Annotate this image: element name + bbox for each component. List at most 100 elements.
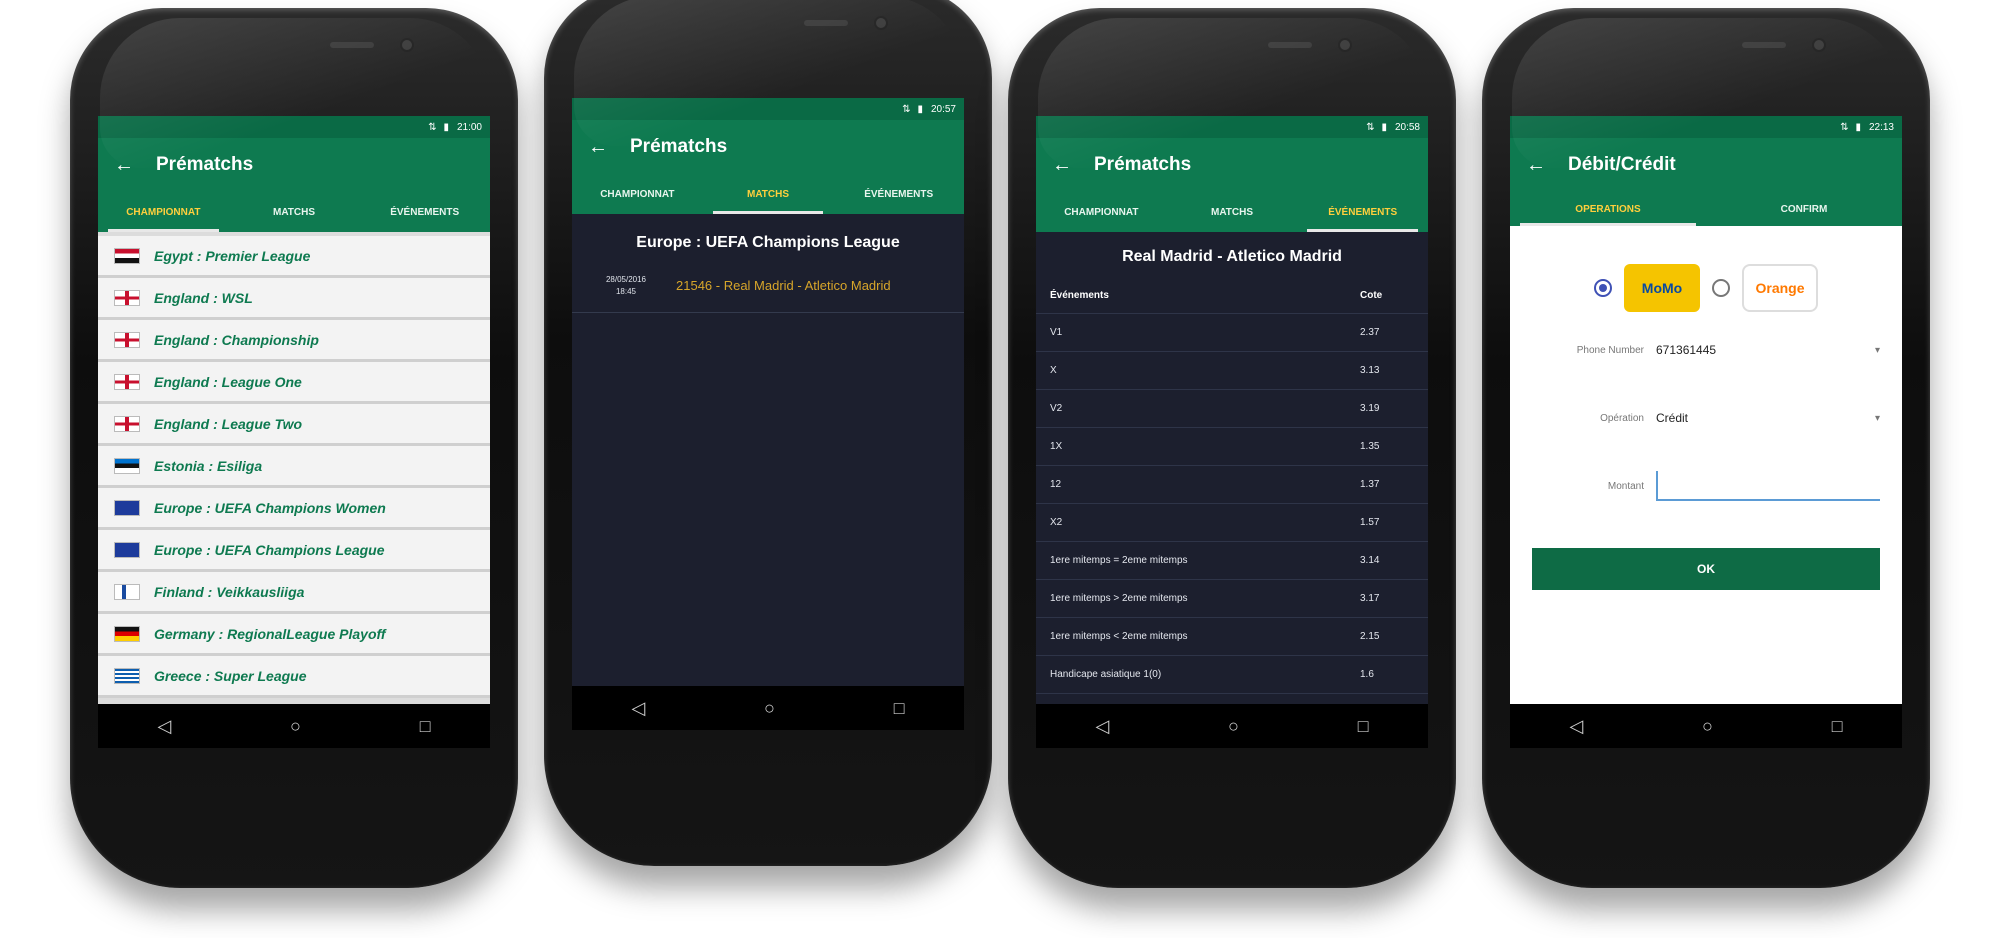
league-row[interactable]: England : Championship [98,320,490,362]
tab-matchs[interactable]: MATCHS [229,192,360,232]
back-icon[interactable]: ◁ [631,698,645,719]
tab-bar: CHAMPIONNAT MATCHS ÉVÉNEMENTS [572,174,964,214]
event-odd[interactable]: 3.13 [1360,365,1410,376]
match-name[interactable]: 21546 - Real Madrid - Atletico Madrid [676,278,891,294]
tab-championnat[interactable]: CHAMPIONNAT [572,174,703,214]
event-row[interactable]: V2 3.19 [1036,390,1428,428]
league-row[interactable]: Germany : RegionalLeague Playoff [98,614,490,656]
android-nav-bar: ◁ ○ □ [1036,704,1428,748]
back-icon[interactable]: ◁ [1095,716,1109,737]
tab-matchs[interactable]: MATCHS [1167,192,1298,232]
league-name[interactable]: Egypt : Premier League [154,248,310,264]
league-row[interactable]: Greece : Super League [98,656,490,698]
event-odd[interactable]: 3.17 [1360,593,1410,604]
league-name[interactable]: Europe : UEFA Champions Women [154,500,386,516]
tab-matchs[interactable]: MATCHS [703,174,834,214]
tab-evenements[interactable]: ÉVÉNEMENTS [1297,192,1428,232]
match-date: 28/05/2016 [605,275,647,284]
league-row[interactable]: Finland : Veikkausliiga [98,572,490,614]
event-row[interactable]: 12 1.37 [1036,466,1428,504]
league-row[interactable]: Egypt : Premier League [98,236,490,278]
back-arrow-icon[interactable]: ← [1052,154,1082,177]
home-icon[interactable]: ○ [764,698,775,719]
event-odd[interactable]: 3.19 [1360,403,1410,414]
tab-operations[interactable]: OPERATIONS [1510,192,1706,226]
back-icon[interactable]: ◁ [1569,716,1583,737]
event-row[interactable]: X2 1.57 [1036,504,1428,542]
league-row[interactable]: Europe : UEFA Champions Women [98,488,490,530]
event-row[interactable]: 1ere mitemps = 2eme mitemps 3.14 [1036,542,1428,580]
operation-value[interactable]: Crédit [1656,411,1875,425]
finland-flag-icon [114,583,140,600]
eu-flag-icon [114,541,140,558]
phone-number-field[interactable]: Phone Number 671361445 ▾ [1510,316,1902,384]
recents-icon[interactable]: □ [420,716,431,737]
league-row[interactable]: Europe : UEFA Champions League [98,530,490,572]
tab-evenements[interactable]: ÉVÉNEMENTS [833,174,964,214]
league-name[interactable]: Germany : RegionalLeague Playoff [154,626,386,642]
event-title: Real Madrid - Atletico Madrid [1122,248,1342,265]
league-row[interactable]: England : League Two [98,404,490,446]
event-row[interactable]: Handicape asiatique 1(0) 1.6 [1036,656,1428,694]
status-bar: ⇅ ▮ 22:13 [1510,116,1902,138]
league-name[interactable]: Finland : Veikkausliiga [154,584,304,600]
operation-field[interactable]: Opération Crédit ▾ [1510,384,1902,452]
recents-icon[interactable]: □ [1832,716,1843,737]
back-arrow-icon[interactable]: ← [114,154,144,177]
mtn-momo-logo[interactable]: MoMo [1624,264,1700,312]
event-odd[interactable]: 1.35 [1360,441,1410,452]
chevron-down-icon[interactable]: ▾ [1875,345,1880,356]
col-odds-header: Cote [1360,290,1383,301]
league-name[interactable]: Europe : UEFA Champions League [154,542,385,558]
radio-orange[interactable] [1712,279,1730,297]
back-icon[interactable]: ◁ [157,716,171,737]
home-icon[interactable]: ○ [290,716,301,737]
event-odd[interactable]: 3.14 [1360,555,1410,566]
back-arrow-icon[interactable]: ← [588,136,618,159]
event-row[interactable]: 1X 1.35 [1036,428,1428,466]
league-row[interactable]: Estonia : Esiliga [98,446,490,488]
ok-button[interactable]: OK [1532,548,1880,590]
amount-input[interactable] [1656,471,1880,501]
tab-confirm[interactable]: CONFIRM [1706,192,1902,226]
recents-icon[interactable]: □ [894,698,905,719]
tab-championnat[interactable]: CHAMPIONNAT [1036,192,1167,232]
event-row[interactable]: X 3.13 [1036,352,1428,390]
home-icon[interactable]: ○ [1228,716,1239,737]
league-name[interactable]: Estonia : Esiliga [154,458,262,474]
back-arrow-icon[interactable]: ← [1526,154,1556,177]
event-odd[interactable]: 1.6 [1360,669,1410,680]
event-row[interactable]: 1ere mitemps < 2eme mitemps 2.15 [1036,618,1428,656]
tab-evenements[interactable]: ÉVÉNEMENTS [359,192,490,232]
events-content: Real Madrid - Atletico Madrid Événements… [1036,232,1428,748]
league-row[interactable]: England : League One [98,362,490,404]
event-odd[interactable]: 2.15 [1360,631,1410,642]
phone-number-value[interactable]: 671361445 [1656,343,1875,357]
screen-championnat: ⇅ ▮ 21:00 ← Prématchs CHAMPIONNAT MATCHS… [98,116,490,748]
league-name[interactable]: England : WSL [154,290,253,306]
england-flag-icon [114,331,140,348]
event-odd[interactable]: 1.37 [1360,479,1410,490]
league-name[interactable]: Greece : Super League [154,668,307,684]
home-icon[interactable]: ○ [1702,716,1713,737]
league-name[interactable]: England : Championship [154,332,319,348]
orange-money-logo[interactable]: Orange [1742,264,1818,312]
screen-matchs: ⇅ ▮ 20:57 ← Prématchs CHAMPIONNAT MATCHS… [572,98,964,730]
event-name: 1ere mitemps = 2eme mitemps [1050,555,1188,566]
event-odd[interactable]: 1.57 [1360,517,1410,528]
event-row[interactable]: V1 2.37 [1036,314,1428,352]
tab-bar: CHAMPIONNAT MATCHS ÉVÉNEMENTS [1036,192,1428,232]
league-name[interactable]: England : League Two [154,416,302,432]
speaker [1268,42,1312,48]
match-row[interactable]: 28/05/2016 18:45 21546 - Real Madrid - A… [572,268,964,313]
tab-championnat[interactable]: CHAMPIONNAT [98,192,229,232]
radio-mtn[interactable] [1594,279,1612,297]
england-flag-icon [114,289,140,306]
event-row[interactable]: 1ere mitemps > 2eme mitemps 3.17 [1036,580,1428,618]
league-name[interactable]: England : League One [154,374,302,390]
event-odd[interactable]: 2.37 [1360,327,1410,338]
page-title: Prématchs [630,136,728,157]
recents-icon[interactable]: □ [1358,716,1369,737]
league-row[interactable]: England : WSL [98,278,490,320]
chevron-down-icon[interactable]: ▾ [1875,413,1880,424]
